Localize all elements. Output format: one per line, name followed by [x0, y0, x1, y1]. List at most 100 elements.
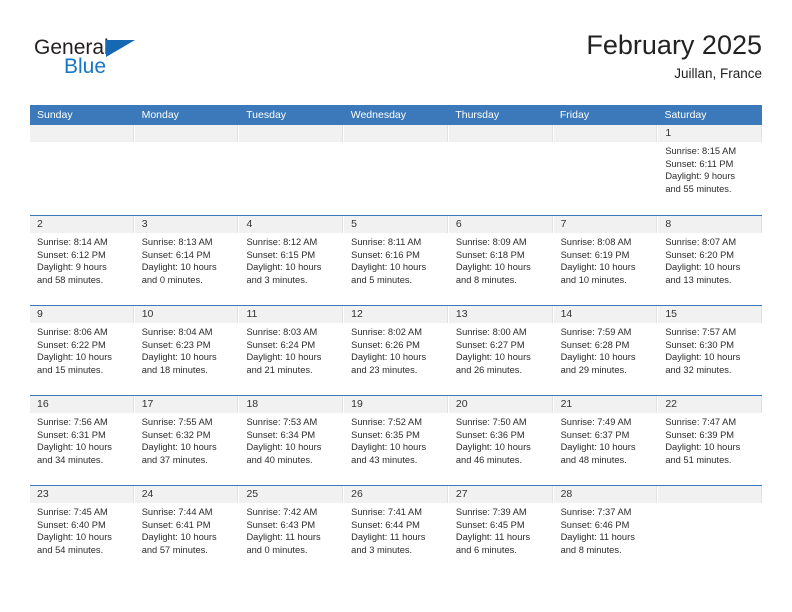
day-info-line: and 5 minutes.: [351, 274, 413, 285]
day-number: 7: [553, 216, 658, 233]
day-cell[interactable]: 11 Sunrise: 8:03 AM Sunset: 6:24 PM Dayligh…: [239, 306, 345, 395]
day-number: 13: [448, 306, 553, 323]
day-cell[interactable]: 24 Sunrise: 7:44 AM Sunset: 6:41 PM Dayligh…: [134, 486, 240, 575]
day-info-line: Daylight: 10 hours: [560, 262, 636, 273]
day-cell[interactable]: 17 Sunrise: 7:55 AM Sunset: 6:32 PM Dayligh…: [134, 396, 240, 485]
day-info-line: Daylight: 10 hours: [560, 352, 636, 363]
day-cell[interactable]: 23 Sunrise: 7:45 AM Sunset: 6:40 PM Dayligh…: [30, 486, 135, 575]
day-number: 10: [134, 306, 239, 323]
day-info-line: Sunrise: 8:02 AM: [351, 327, 422, 337]
day-sun-info: Sunrise: 8:14 AM Sunset: 6:12 PM Daylight:…: [30, 233, 134, 286]
day-info-line: Sunrise: 7:50 AM: [455, 417, 527, 427]
day-info-line: and 57 minutes.: [141, 544, 208, 555]
day-sun-info: [239, 142, 343, 145]
day-info-line: Sunrise: 8:09 AM: [455, 237, 527, 247]
day-info-line: Sunset: 6:12 PM: [37, 249, 106, 260]
day-sun-info: Sunrise: 8:08 AM Sunset: 6:19 PM Daylight:…: [554, 233, 658, 286]
day-info-line: Sunset: 6:30 PM: [665, 339, 735, 350]
day-cell[interactable]: 6 Sunrise: 8:09 AM Sunset: 6:18 PM Daylight…: [448, 216, 554, 305]
day-cell[interactable]: 12 Sunrise: 8:02 AM Sunset: 6:26 PM Dayligh…: [344, 306, 449, 395]
weekday-friday: Friday: [559, 109, 590, 121]
day-number: 18: [239, 396, 344, 413]
day-info-line: Sunrise: 7:52 AM: [351, 417, 422, 427]
day-cell[interactable]: 9 Sunrise: 8:06 AM Sunset: 6:22 PM Daylight…: [30, 306, 135, 395]
day-info-line: Sunrise: 7:53 AM: [246, 417, 318, 427]
day-cell[interactable]: 14 Sunrise: 7:59 AM Sunset: 6:28 PM Dayligh…: [553, 306, 659, 395]
day-cell[interactable]: 26 Sunrise: 7:41 AM Sunset: 6:44 PM Dayligh…: [344, 486, 449, 575]
day-info-line: Daylight: 10 hours: [351, 262, 427, 273]
calendar-grid: Sunday Monday Tuesday Wednesday Thursday…: [30, 105, 763, 575]
day-sun-info: Sunrise: 7:49 AM Sunset: 6:37 PM Daylight:…: [554, 413, 658, 466]
day-info-line: Sunset: 6:14 PM: [141, 249, 211, 260]
day-cell[interactable]: 22 Sunrise: 7:47 AM Sunset: 6:39 PM Dayligh…: [658, 396, 763, 485]
day-cell[interactable]: 15 Sunrise: 7:57 AM Sunset: 6:30 PM Dayligh…: [658, 306, 763, 395]
day-info-line: and 34 minutes.: [37, 454, 104, 465]
day-cell[interactable]: 28 Sunrise: 7:37 AM Sunset: 6:46 PM Dayligh…: [553, 486, 659, 575]
day-info-line: and 51 minutes.: [665, 454, 732, 465]
day-info-line: and 10 minutes.: [560, 274, 627, 285]
day-number: 23: [30, 486, 134, 503]
day-number: 9: [30, 306, 134, 323]
day-cell[interactable]: 27 Sunrise: 7:39 AM Sunset: 6:45 PM Dayligh…: [448, 486, 554, 575]
day-cell[interactable]: 16 Sunrise: 7:56 AM Sunset: 6:31 PM Dayligh…: [30, 396, 135, 485]
day-info-line: Daylight: 10 hours: [351, 442, 427, 453]
day-cell[interactable]: 13 Sunrise: 8:00 AM Sunset: 6:27 PM Dayligh…: [448, 306, 554, 395]
weekday-sunday: Sunday: [37, 109, 73, 121]
day-sun-info: [554, 142, 658, 145]
day-info-line: Daylight: 10 hours: [246, 442, 322, 453]
day-info-line: Sunrise: 7:41 AM: [351, 507, 422, 517]
day-sun-info: Sunrise: 8:09 AM Sunset: 6:18 PM Daylight:…: [449, 233, 553, 286]
day-info-line: Sunset: 6:26 PM: [351, 339, 420, 350]
day-cell[interactable]: 25 Sunrise: 7:42 AM Sunset: 6:43 PM Dayligh…: [239, 486, 345, 575]
day-number: [239, 125, 344, 142]
weekday-wednesday: Wednesday: [350, 109, 406, 121]
title-block: February 2025 Juillan, France: [586, 28, 762, 84]
day-number: 2: [30, 216, 134, 233]
day-cell[interactable]: 10 Sunrise: 8:04 AM Sunset: 6:23 PM Dayligh…: [134, 306, 240, 395]
day-info-line: and 54 minutes.: [37, 544, 104, 555]
day-sun-info: Sunrise: 7:44 AM Sunset: 6:41 PM Daylight:…: [135, 503, 239, 556]
day-cell[interactable]: 19 Sunrise: 7:52 AM Sunset: 6:35 PM Dayligh…: [344, 396, 449, 485]
day-sun-info: Sunrise: 8:04 AM Sunset: 6:23 PM Daylight:…: [135, 323, 239, 376]
day-cell[interactable]: 18 Sunrise: 7:53 AM Sunset: 6:34 PM Dayligh…: [239, 396, 345, 485]
day-info-line: Daylight: 10 hours: [665, 262, 741, 273]
day-number: [344, 125, 448, 142]
day-sun-info: Sunrise: 8:00 AM Sunset: 6:27 PM Daylight:…: [449, 323, 553, 376]
day-sun-info: Sunrise: 8:13 AM Sunset: 6:14 PM Daylight:…: [135, 233, 239, 286]
day-info-line: Sunrise: 8:15 AM: [665, 146, 737, 156]
day-cell[interactable]: 8 Sunrise: 8:07 AM Sunset: 6:20 PM Daylight…: [658, 216, 763, 305]
generalblue-logo: General Blue: [34, 36, 234, 84]
day-sun-info: Sunrise: 7:56 AM Sunset: 6:31 PM Daylight:…: [30, 413, 134, 466]
day-info-line: Sunset: 6:31 PM: [37, 429, 106, 440]
day-cell[interactable]: 21 Sunrise: 7:49 AM Sunset: 6:37 PM Dayligh…: [553, 396, 659, 485]
day-info-line: and 13 minutes.: [665, 274, 732, 285]
day-cell[interactable]: 3 Sunrise: 8:13 AM Sunset: 6:14 PM Daylight…: [134, 216, 240, 305]
day-info-line: Sunset: 6:22 PM: [37, 339, 106, 350]
day-number: 28: [553, 486, 658, 503]
day-cell[interactable]: 2 Sunrise: 8:14 AM Sunset: 6:12 PM Daylight…: [30, 216, 135, 305]
day-number: [134, 125, 239, 142]
weekday-tuesday: Tuesday: [246, 109, 287, 121]
day-cell[interactable]: 5 Sunrise: 8:11 AM Sunset: 6:16 PM Daylight…: [344, 216, 449, 305]
day-info-line: and 21 minutes.: [246, 364, 313, 375]
day-number: 5: [344, 216, 448, 233]
day-info-line: Sunset: 6:44 PM: [351, 519, 420, 530]
day-info-line: and 55 minutes.: [665, 183, 732, 194]
day-info-line: Daylight: 9 hours: [665, 171, 736, 182]
day-info-line: Sunrise: 8:00 AM: [455, 327, 527, 337]
day-number: 12: [344, 306, 448, 323]
day-number: 8: [658, 216, 763, 233]
day-sun-info: [344, 142, 448, 145]
calendar-week-row: 9 Sunrise: 8:06 AM Sunset: 6:22 PM Daylight…: [30, 305, 763, 395]
day-cell[interactable]: 20 Sunrise: 7:50 AM Sunset: 6:36 PM Dayligh…: [448, 396, 554, 485]
day-number: 27: [448, 486, 553, 503]
day-cell[interactable]: 1 Sunrise: 8:15 AM Sunset: 6:11 PM Daylight…: [658, 125, 763, 215]
day-info-line: Daylight: 10 hours: [665, 442, 741, 453]
day-number: [448, 125, 553, 142]
day-cell[interactable]: 4 Sunrise: 8:12 AM Sunset: 6:15 PM Daylight…: [239, 216, 345, 305]
day-info-line: and 37 minutes.: [141, 454, 208, 465]
day-sun-info: Sunrise: 7:42 AM Sunset: 6:43 PM Daylight:…: [239, 503, 343, 556]
day-cell[interactable]: 7 Sunrise: 8:08 AM Sunset: 6:19 PM Daylight…: [553, 216, 659, 305]
day-number: 15: [658, 306, 763, 323]
day-info-line: and 18 minutes.: [141, 364, 208, 375]
